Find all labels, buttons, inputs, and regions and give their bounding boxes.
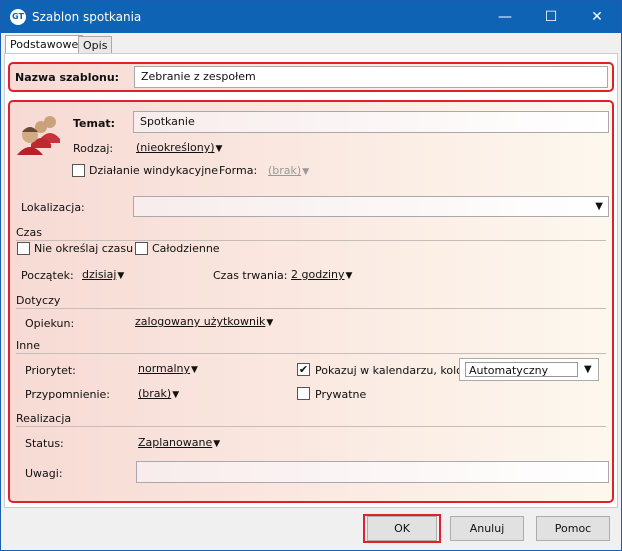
title-bar: GT Szablon spotkania — ☐ ✕ (1, 1, 621, 33)
temat-input[interactable]: Spotkanie (133, 111, 609, 133)
przypomnienie-dropdown[interactable]: (brak)▼ (138, 387, 179, 400)
template-name-label: Nazwa szablonu: (15, 71, 120, 84)
temat-label: Temat: (73, 117, 116, 130)
lokalizacja-combo[interactable]: ▼ (133, 196, 609, 217)
dropdown-arrow-icon: ▼ (215, 144, 223, 154)
priorytet-label: Priorytet: (25, 364, 76, 377)
poczatek-label: Początek: (21, 269, 74, 282)
dropdown-arrow-icon: ▼ (117, 271, 125, 281)
forma-dropdown[interactable]: (brak)▼ (268, 164, 309, 177)
dialog-window: GT Szablon spotkania — ☐ ✕ Podstawowe Op… (0, 0, 622, 551)
przypomnienie-label: Przypomnienie: (25, 388, 110, 401)
minimize-button[interactable]: — (495, 7, 515, 27)
czas-trwania-label: Czas trwania: (213, 269, 288, 282)
opiekun-dropdown[interactable]: zalogowany użytkownik▼ (135, 315, 273, 328)
poczatek-dropdown[interactable]: dzisiaj▼ (82, 268, 124, 281)
inne-header: Inne (16, 339, 606, 354)
kolor-value: Automatyczny (465, 362, 578, 377)
prywatne-checkbox[interactable] (297, 387, 310, 400)
kolor-combo[interactable]: Automatyczny ▼ (459, 358, 599, 381)
priorytet-dropdown[interactable]: normalny▼ (138, 362, 198, 375)
ok-button[interactable]: OK (367, 516, 437, 541)
maximize-button[interactable]: ☐ (541, 7, 561, 27)
dotyczy-header: Dotyczy (16, 294, 606, 309)
dropdown-arrow-icon: ▼ (302, 167, 310, 177)
status-label: Status: (25, 437, 64, 450)
windykacja-label: Działanie windykacyjne (89, 164, 218, 177)
pokazuj-checkbox[interactable]: ✔ (297, 363, 310, 376)
dropdown-arrow-icon: ▼ (172, 390, 180, 400)
tab-podstawowe[interactable]: Podstawowe (5, 35, 84, 54)
opiekun-label: Opiekun: (25, 317, 75, 330)
dropdown-arrow-icon: ▼ (266, 318, 274, 328)
uwagi-input[interactable] (136, 461, 609, 483)
dropdown-arrow-icon: ▼ (345, 271, 353, 281)
nie-okreslaj-czasu-label: Nie określaj czasu (34, 242, 134, 255)
status-dropdown[interactable]: Zaplanowane▼ (138, 436, 220, 449)
czas-trwania-dropdown[interactable]: 2 godziny▼ (291, 268, 352, 281)
lokalizacja-label: Lokalizacja: (21, 201, 85, 214)
help-button[interactable]: Pomoc (536, 516, 610, 541)
window-title: Szablon spotkania (32, 10, 142, 24)
dropdown-arrow-icon: ▼ (584, 364, 592, 375)
cancel-button[interactable]: Anuluj (450, 516, 524, 541)
prywatne-label: Prywatne (315, 388, 367, 401)
calodzienne-label: Całodzienne (152, 242, 220, 255)
forma-label: Forma: (219, 164, 258, 177)
dropdown-arrow-icon: ▼ (213, 439, 221, 449)
czas-header: Czas (16, 226, 606, 241)
dropdown-arrow-icon: ▼ (191, 365, 198, 375)
rodzaj-label: Rodzaj: (73, 142, 114, 155)
calodzienne-checkbox[interactable] (135, 242, 148, 255)
people-group-icon (17, 116, 60, 155)
windykacja-checkbox[interactable] (72, 164, 85, 177)
tab-opis[interactable]: Opis (78, 36, 113, 54)
template-name-section: Nazwa szablonu: Zebranie z zespołem (8, 62, 614, 92)
dropdown-arrow-icon: ▼ (595, 201, 603, 212)
pokazuj-label: Pokazuj w kalendarzu, kolor: (315, 364, 471, 377)
template-name-input[interactable]: Zebranie z zespołem (134, 66, 608, 88)
realizacja-header: Realizacja (16, 412, 606, 427)
rodzaj-dropdown[interactable]: (nieokreślony)▼ (136, 141, 222, 154)
app-logo-icon: GT (10, 9, 26, 25)
uwagi-label: Uwagi: (25, 467, 63, 480)
close-button[interactable]: ✕ (587, 7, 607, 27)
nie-okreslaj-czasu-checkbox[interactable] (17, 242, 30, 255)
